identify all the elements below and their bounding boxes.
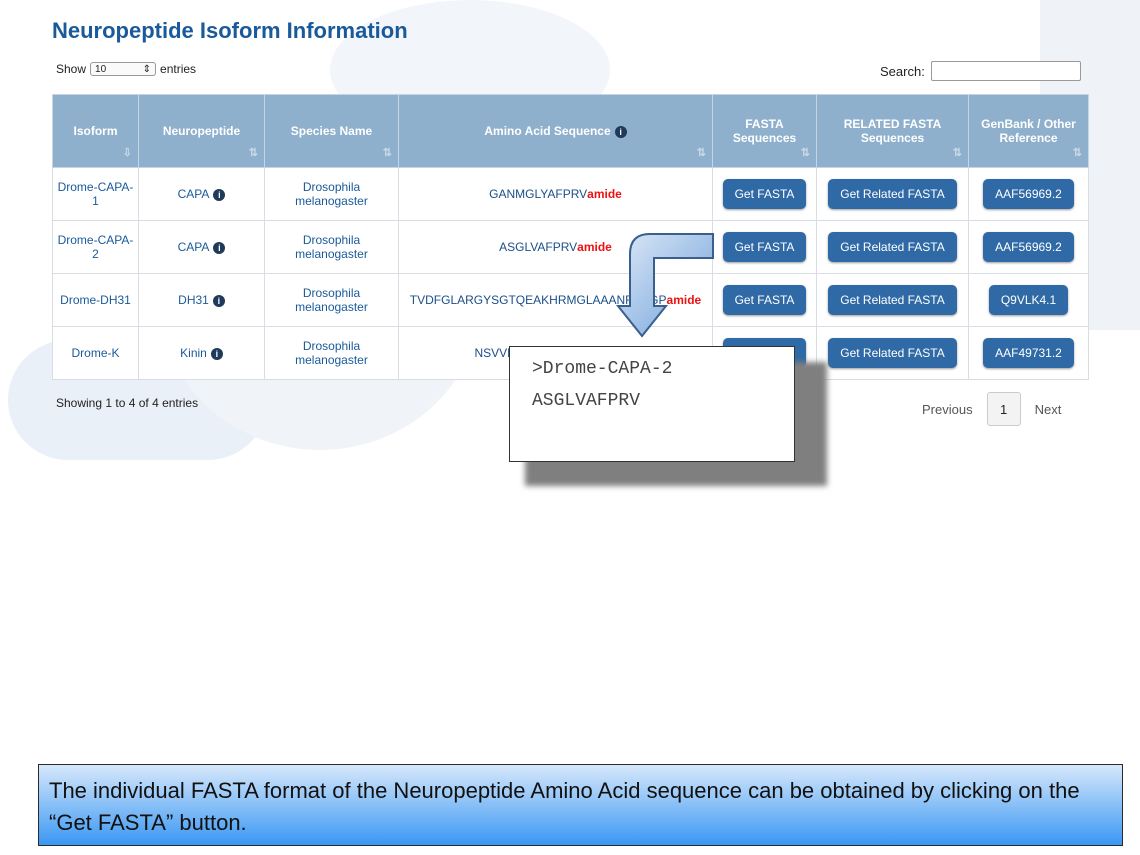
fasta-cell: Get FASTA (712, 167, 817, 221)
column-header-sequence[interactable]: Amino Acid Sequence i ⇅ (398, 94, 713, 168)
sort-icon: ⇅ (952, 147, 962, 159)
column-header-related-fasta[interactable]: RELATED FASTA Sequences ⇅ (816, 94, 969, 168)
reference-button[interactable]: Q9VLK4.1 (988, 285, 1069, 315)
reference-button[interactable]: AAF56969.2 (983, 179, 1074, 209)
table-row: Drome-CAPA-2 CAPA i Drosophila melanogast… (52, 220, 1089, 274)
info-icon[interactable]: i (614, 125, 627, 138)
table-row: Drome-CAPA-1 CAPA i Drosophila melanogast… (52, 167, 1089, 221)
get-fasta-button[interactable]: Get FASTA (722, 232, 807, 262)
entries-select-value: 10 (95, 63, 107, 75)
entries-select[interactable]: 10 ⇕ (90, 62, 157, 76)
table-info: Showing 1 to 4 of 4 entries (56, 396, 199, 410)
info-icon[interactable]: i (210, 347, 223, 360)
species-cell: Drosophila melanogaster (264, 167, 399, 221)
page-title: Neuropeptide Isoform Information (52, 18, 408, 43)
next-page-button[interactable]: Next (1035, 402, 1062, 417)
neuropeptide-cell: CAPA i (138, 167, 265, 221)
fasta-popup: >Drome-CAPA-2 ASGLVAFPRV (509, 346, 795, 462)
instruction-caption: The individual FASTA format of the Neuro… (38, 764, 1123, 846)
fasta-cell: Get FASTA (712, 220, 817, 274)
get-fasta-button[interactable]: Get FASTA (722, 285, 807, 315)
sort-icon: ⇅ (800, 147, 810, 159)
column-header-neuropeptide[interactable]: Neuropeptide ⇅ (138, 94, 265, 168)
reference-button[interactable]: AAF49731.2 (983, 338, 1074, 368)
related-fasta-cell: Get Related FASTA (816, 167, 969, 221)
reference-cell: AAF56969.2 (968, 220, 1089, 274)
info-icon[interactable]: i (212, 294, 225, 307)
species-cell: Drosophila melanogaster (264, 273, 399, 327)
isoform-cell: Drome-DH31 (52, 273, 139, 327)
reference-button[interactable]: AAF56969.2 (983, 232, 1074, 262)
search-box: Search: (880, 61, 1081, 81)
search-input[interactable] (930, 61, 1081, 81)
reference-cell: Q9VLK4.1 (968, 273, 1089, 327)
select-arrows-icon: ⇕ (142, 63, 152, 75)
column-header-fasta[interactable]: FASTA Sequences ⇅ (712, 94, 817, 168)
sort-icon: ⇅ (382, 147, 392, 159)
get-related-fasta-button[interactable]: Get Related FASTA (828, 285, 957, 315)
column-header-species[interactable]: Species Name ⇅ (264, 94, 399, 168)
related-fasta-cell: Get Related FASTA (816, 326, 969, 380)
info-icon[interactable]: i (213, 188, 226, 201)
get-related-fasta-button[interactable]: Get Related FASTA (828, 179, 957, 209)
sort-icon: ⇅ (1072, 147, 1082, 159)
get-related-fasta-button[interactable]: Get Related FASTA (828, 338, 957, 368)
neuropeptide-cell: Kinin i (138, 326, 265, 380)
sort-asc-icon: ⇩ (122, 147, 132, 159)
fasta-header: >Drome-CAPA-2 (532, 359, 673, 379)
fasta-cell: Get FASTA (712, 273, 817, 327)
get-fasta-button[interactable]: Get FASTA (722, 179, 807, 209)
info-icon[interactable]: i (213, 241, 226, 254)
previous-page-button[interactable]: Previous (922, 402, 973, 417)
isoform-cell: Drome-CAPA-2 (52, 220, 139, 274)
isoform-cell: Drome-CAPA-1 (52, 167, 139, 221)
neuropeptide-cell: DH31 i (138, 273, 265, 327)
column-header-isoform[interactable]: Isoform ⇩ (52, 94, 139, 168)
isoform-table: Isoform ⇩ Neuropeptide ⇅ Species Name ⇅ Ami… (52, 94, 1089, 380)
pagination: Previous 1 Next (922, 392, 1061, 426)
fasta-sequence: ASGLVAFPRV (532, 391, 641, 411)
entries-label: entries (160, 62, 197, 76)
reference-cell: AAF49731.2 (968, 326, 1089, 380)
sequence-cell: GANMGLYAFPRVamide (398, 167, 713, 221)
species-cell: Drosophila melanogaster (264, 326, 399, 380)
species-cell: Drosophila melanogaster (264, 220, 399, 274)
search-label: Search: (880, 63, 925, 79)
neuropeptide-cell: CAPA i (138, 220, 265, 274)
page-1-button[interactable]: 1 (986, 392, 1021, 426)
reference-cell: AAF56969.2 (968, 167, 1089, 221)
show-label: Show (56, 62, 87, 76)
isoform-cell: Drome-K (52, 326, 139, 380)
sort-icon: ⇅ (248, 147, 258, 159)
length-menu: Show 10 ⇕ entries (56, 62, 196, 76)
get-related-fasta-button[interactable]: Get Related FASTA (828, 232, 957, 262)
callout-arrow (615, 233, 714, 338)
table-header-row: Isoform ⇩ Neuropeptide ⇅ Species Name ⇅ Ami… (52, 94, 1089, 168)
table-row: Drome-DH31 DH31 i Drosophila melanogaster… (52, 273, 1089, 327)
related-fasta-cell: Get Related FASTA (816, 220, 969, 274)
column-header-genbank[interactable]: GenBank / Other Reference ⇅ (968, 94, 1089, 168)
related-fasta-cell: Get Related FASTA (816, 273, 969, 327)
sort-icon: ⇅ (696, 147, 706, 159)
